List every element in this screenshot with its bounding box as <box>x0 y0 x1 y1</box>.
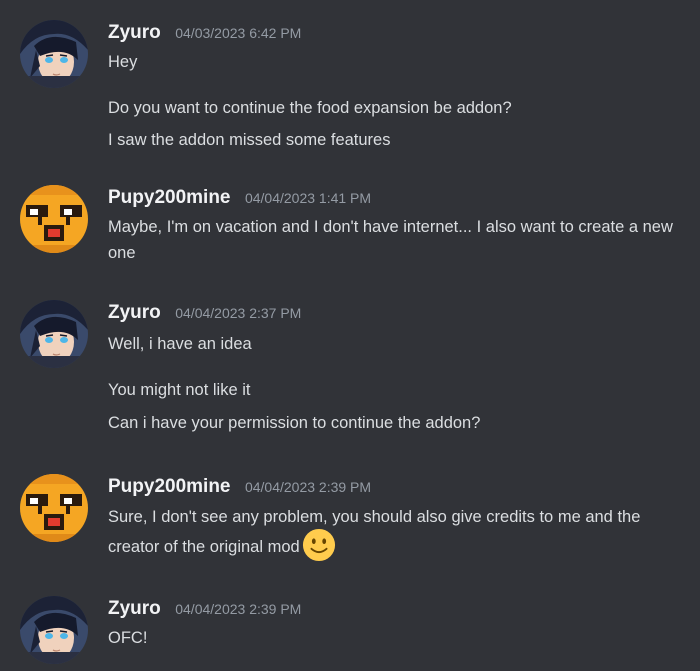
timestamp[interactable]: 04/04/2023 2:37 PM <box>175 305 301 321</box>
avatar-zyuro-icon[interactable] <box>20 300 88 368</box>
avatar-zyuro-icon[interactable] <box>20 596 88 664</box>
message-text: Sure, I don't see any problem, you shoul… <box>108 502 688 562</box>
message-header: Zyuro 04/04/2023 2:39 PM <box>108 598 301 622</box>
message-text: You might not like it <box>108 381 251 399</box>
slightly-smiling-face-emoji-icon <box>302 528 335 561</box>
timestamp[interactable]: 04/04/2023 2:39 PM <box>175 601 301 617</box>
message-header: Zyuro 04/03/2023 6:42 PM <box>108 22 301 46</box>
message-header: Zyuro 04/04/2023 2:37 PM <box>108 302 301 326</box>
avatar-pupy200mine-icon[interactable] <box>20 185 88 253</box>
message-text: Do you want to continue the food expansi… <box>108 99 512 117</box>
avatar-pupy200mine-icon[interactable] <box>20 474 88 542</box>
message-text: Can i have your permission to continue t… <box>108 414 481 432</box>
username[interactable]: Zyuro <box>108 22 161 43</box>
message-text: I saw the addon missed some features <box>108 131 391 149</box>
chat-messages: Zyuro 04/03/2023 6:42 PM Hey Do you want… <box>0 0 700 671</box>
username[interactable]: Pupy200mine <box>108 476 231 497</box>
timestamp[interactable]: 04/03/2023 6:42 PM <box>175 25 301 41</box>
avatar-zyuro-icon[interactable] <box>20 20 88 88</box>
message-text: Maybe, I'm on vacation and I don't have … <box>108 218 673 262</box>
timestamp[interactable]: 04/04/2023 2:39 PM <box>245 479 371 495</box>
message-header: Pupy200mine 04/04/2023 1:41 PM <box>108 187 371 211</box>
timestamp[interactable]: 04/04/2023 1:41 PM <box>245 190 371 206</box>
message-text: OFC! <box>108 629 148 647</box>
username[interactable]: Pupy200mine <box>108 187 231 208</box>
message-header: Pupy200mine 04/04/2023 2:39 PM <box>108 476 371 500</box>
username[interactable]: Zyuro <box>108 302 161 323</box>
message-text: Well, i have an idea <box>108 335 252 353</box>
message-text-content: Sure, I don't see any problem, you shoul… <box>108 508 641 556</box>
message-text: Hey <box>108 53 138 71</box>
username[interactable]: Zyuro <box>108 598 161 619</box>
